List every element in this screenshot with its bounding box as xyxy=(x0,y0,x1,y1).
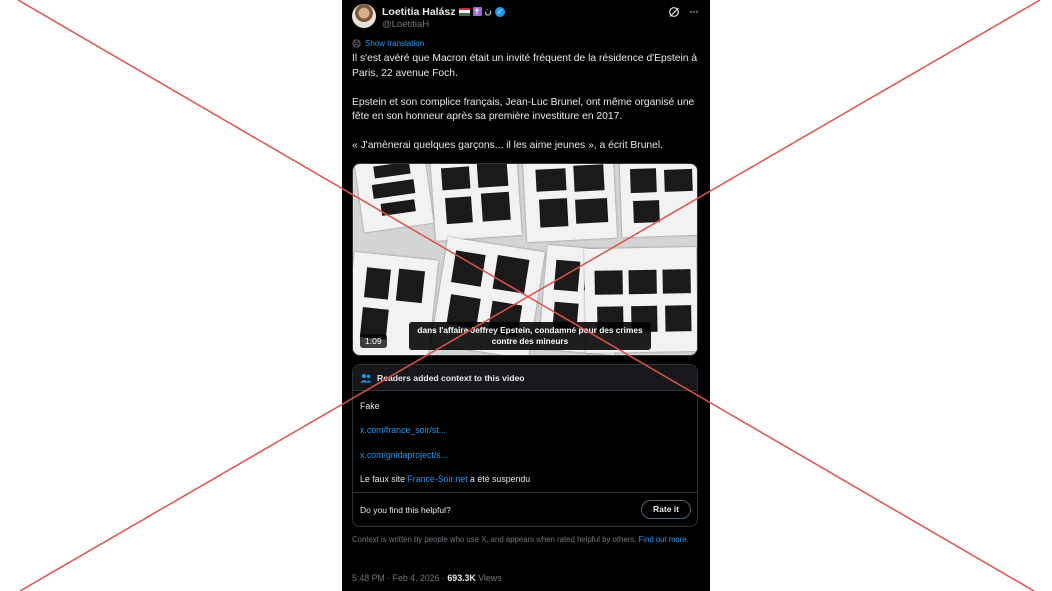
view-count: 693.3K xyxy=(447,573,476,583)
grok-icon[interactable] xyxy=(668,6,680,18)
meta-separator: · xyxy=(442,573,445,583)
video-subtitle: dans l'affaire Jeffrey Epstein, condamné… xyxy=(409,322,651,350)
tweet-meta: 5:48 PM · Feb 4, 2026 · 693.3K Views xyxy=(352,573,502,583)
document-page xyxy=(354,164,434,233)
document-page xyxy=(522,164,618,243)
people-icon xyxy=(360,374,372,383)
video-duration: 1:09 xyxy=(360,334,387,348)
tweet-time[interactable]: 5:48 PM xyxy=(352,573,385,583)
show-translation-label: Show translation xyxy=(365,39,425,48)
author-display-name[interactable]: Loetitia Halász xyxy=(382,6,456,18)
verified-badge-icon[interactable]: ✓ xyxy=(494,6,505,17)
document-page xyxy=(619,164,697,238)
avatar[interactable] xyxy=(352,4,376,28)
author-handle[interactable]: @LoetitiaH xyxy=(382,19,429,30)
document-page xyxy=(430,164,522,241)
latin-cross-icon: ✝ xyxy=(472,7,482,16)
community-note-header: Readers added context to this video xyxy=(353,365,697,391)
rate-it-button[interactable]: Rate it xyxy=(641,500,691,519)
hungarian-flag-icon xyxy=(458,7,470,16)
context-disclaimer: Context is written by people who use X, … xyxy=(352,535,697,545)
tweet-paragraph-3: « J'amènerai quelques garçons... il les … xyxy=(352,140,664,151)
community-note-title: Readers added context to this video xyxy=(377,373,525,383)
video-player[interactable]: 1:09 dans l'affaire Jeffrey Epstein, con… xyxy=(352,163,698,356)
tweet-paragraph-1: Il s'est avéré que Macron était un invit… xyxy=(352,53,698,79)
arabic-glyph: ن xyxy=(484,6,492,17)
meta-separator: · xyxy=(387,573,391,583)
france-soir-link[interactable]: France-Soir.net xyxy=(407,474,467,484)
tweet-card: Loetitia Halász ✝ ن ✓ @LoetitiaH ··· Sho… xyxy=(342,0,710,591)
note-source-link-1[interactable]: x.com/france_soir/st... xyxy=(360,425,446,435)
more-icon[interactable]: ··· xyxy=(689,4,699,18)
community-note: Readers added context to this video Fake… xyxy=(352,364,698,527)
find-out-more-link[interactable]: Find out more. xyxy=(639,535,689,544)
globe-icon xyxy=(352,39,361,48)
tweet-header: Loetitia Halász ✝ ن ✓ @LoetitiaH ··· xyxy=(352,4,702,32)
author-name-row: Loetitia Halász ✝ ن ✓ xyxy=(382,5,505,18)
note-text-prefix: Le faux site xyxy=(360,474,408,484)
tweet-date[interactable]: Feb 4, 2026 xyxy=(393,573,440,583)
helpful-question: Do you find this helpful? xyxy=(360,505,451,515)
note-text-fake: Fake xyxy=(360,401,380,411)
context-disclaimer-text: Context is written by people who use X, … xyxy=(352,535,637,544)
note-text-suspended: Le faux site France-Soir.net a été suspe… xyxy=(360,474,530,484)
show-translation-link[interactable]: Show translation xyxy=(352,39,424,48)
note-text-suffix: a été suspendu xyxy=(467,474,531,484)
divider xyxy=(353,492,697,493)
tweet-paragraph-2: Epstein et son complice français, Jean-L… xyxy=(352,96,695,123)
note-source-link-2[interactable]: x.com/gnidaproject/s... xyxy=(360,450,448,460)
tweet-text: Il s'est avéré que Macron était un invit… xyxy=(352,52,700,168)
views-label: Views xyxy=(478,573,502,583)
